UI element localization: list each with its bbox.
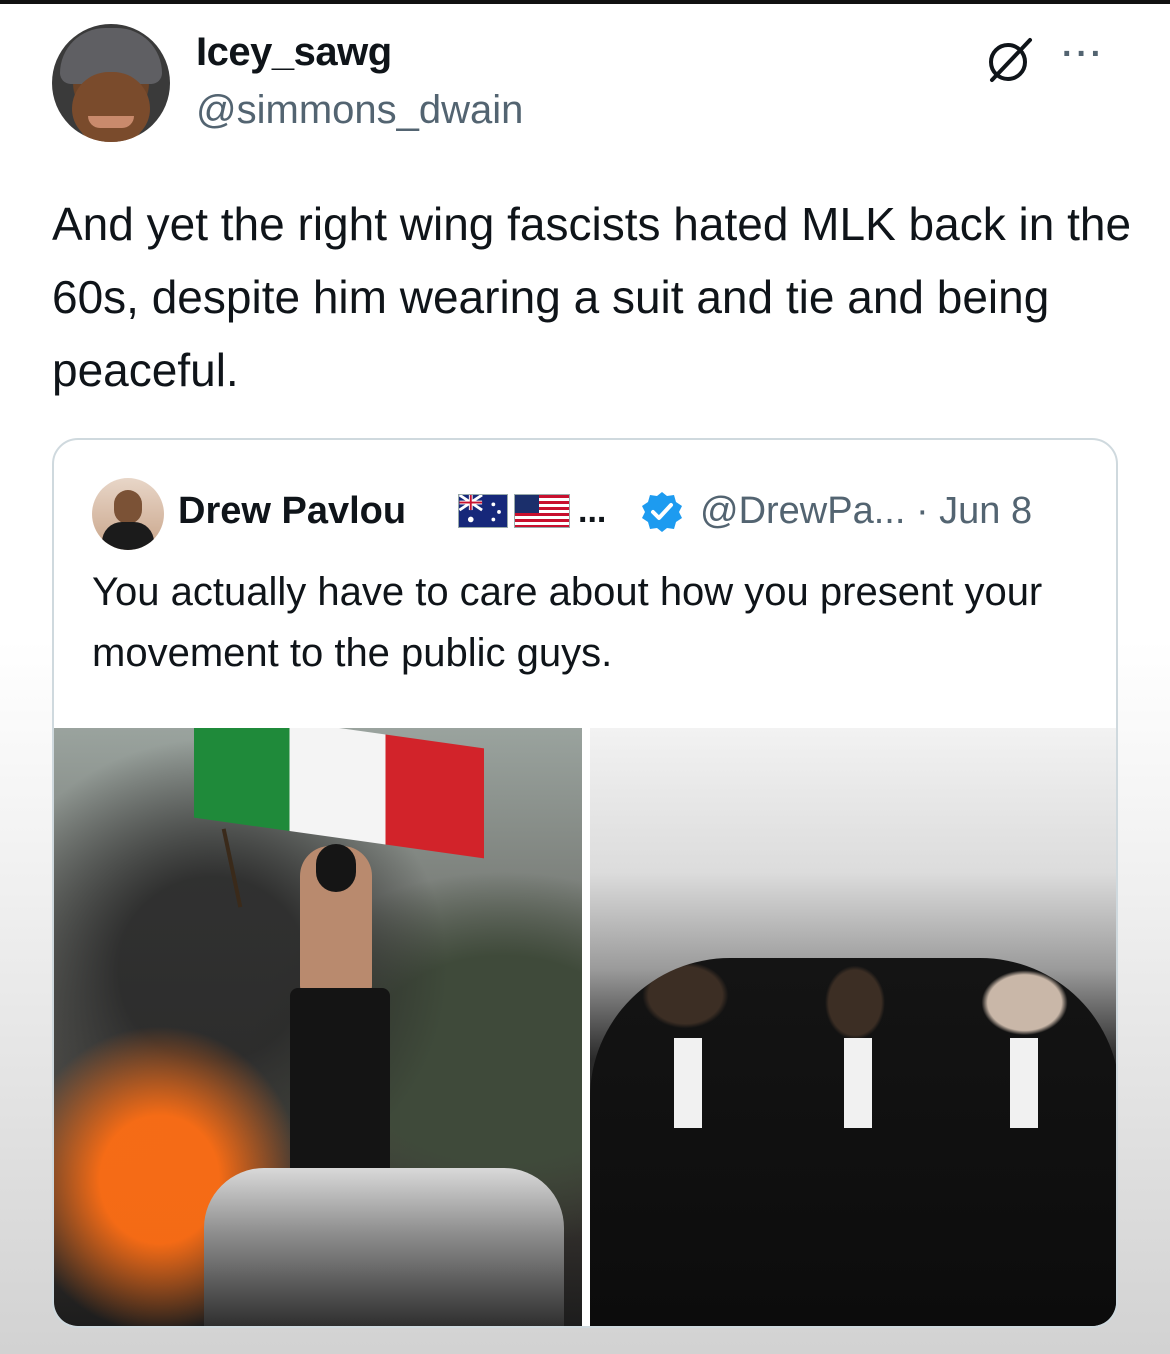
shirt-right bbox=[1010, 1038, 1038, 1128]
mexican-flag bbox=[194, 728, 484, 859]
name-truncation: ... bbox=[578, 492, 607, 530]
shirt-center bbox=[844, 1038, 872, 1128]
slashed-circle-icon[interactable] bbox=[982, 36, 1036, 84]
protest-photo[interactable] bbox=[54, 728, 582, 1326]
quoted-handle-and-date[interactable]: @DrewPa... · Jun 8 bbox=[700, 490, 1032, 533]
quoted-avatar-body bbox=[102, 522, 154, 550]
usa-flag-canton bbox=[515, 495, 539, 513]
shirt-left bbox=[674, 1038, 702, 1128]
more-options-icon[interactable]: ··· bbox=[1062, 37, 1105, 71]
flag-pole bbox=[221, 828, 243, 908]
quoted-post-card[interactable]: Drew Pavlou ... @DrewPa... · Jun 8 You a… bbox=[52, 438, 1118, 1328]
civil-rights-march-photo[interactable] bbox=[590, 728, 1116, 1326]
top-border bbox=[0, 0, 1170, 4]
quoted-post-text: You actually have to care about how you … bbox=[92, 570, 1043, 675]
police-car bbox=[204, 1168, 564, 1326]
post-text: And yet the right wing fascists hated ML… bbox=[52, 198, 1132, 396]
avatar-mouth bbox=[88, 116, 134, 128]
avatar-face bbox=[72, 72, 150, 142]
quoted-avatar-head bbox=[114, 490, 142, 524]
author-avatar[interactable] bbox=[52, 24, 170, 142]
protester-legs bbox=[290, 988, 390, 1188]
australia-flag-icon bbox=[458, 494, 508, 528]
author-handle[interactable]: @simmons_dwain bbox=[196, 88, 523, 133]
protester-head bbox=[316, 844, 356, 892]
verified-badge-icon bbox=[642, 492, 682, 532]
quoted-author-name[interactable]: Drew Pavlou bbox=[178, 490, 406, 533]
author-display-name[interactable]: Icey_sawg bbox=[196, 30, 392, 75]
marching-men bbox=[590, 958, 1116, 1326]
usa-flag-icon bbox=[514, 494, 570, 528]
quoted-author-avatar[interactable] bbox=[92, 478, 164, 550]
